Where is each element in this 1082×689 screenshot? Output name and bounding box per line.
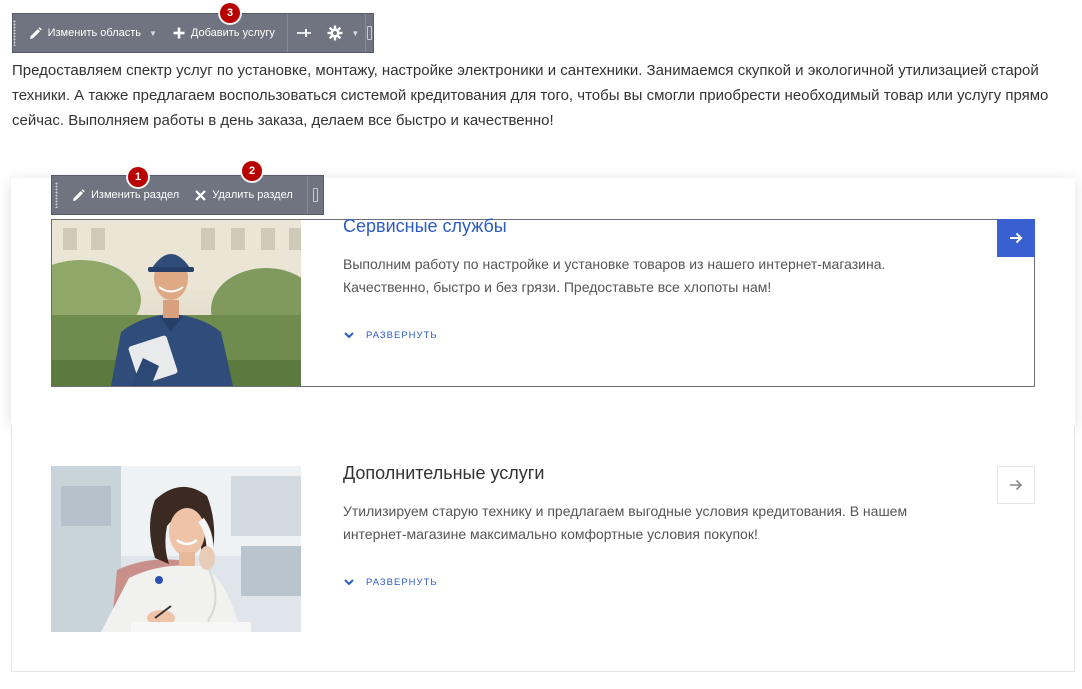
service-image-operator bbox=[51, 466, 301, 632]
plus-icon bbox=[173, 27, 185, 39]
section-edit-toolbar: Изменить раздел Удалить раздел bbox=[51, 175, 324, 215]
pencil-icon bbox=[72, 188, 85, 202]
intro-text: Предоставляем спектр услуг по установке,… bbox=[12, 62, 1049, 129]
delete-section-button[interactable]: Удалить раздел bbox=[187, 176, 301, 214]
close-icon bbox=[195, 189, 206, 201]
section-highlight-frame bbox=[51, 219, 1035, 387]
service-title[interactable]: Дополнительные услуги bbox=[343, 463, 544, 484]
toolbar-resize-handle[interactable] bbox=[365, 14, 373, 52]
service-open-button[interactable] bbox=[997, 219, 1035, 257]
chevron-down-icon bbox=[344, 332, 354, 339]
expand-link[interactable]: РАЗВЕРНУТЬ bbox=[344, 330, 438, 341]
pin-button[interactable] bbox=[287, 14, 321, 52]
edit-area-button[interactable]: Изменить область ▼ bbox=[17, 14, 165, 52]
arrow-right-icon bbox=[1009, 232, 1023, 244]
chevron-down-icon: ▼ bbox=[351, 28, 360, 38]
step-badge-3: 3 bbox=[220, 3, 240, 23]
arrow-right-icon bbox=[1009, 479, 1023, 491]
pin-icon bbox=[297, 27, 312, 39]
delete-section-label: Удалить раздел bbox=[212, 189, 293, 201]
area-edit-toolbar: Изменить область ▼ Добавить услугу ▼ bbox=[12, 13, 374, 53]
service-open-button[interactable] bbox=[997, 466, 1035, 504]
step-badge-2: 2 bbox=[242, 161, 262, 181]
edit-area-label: Изменить область bbox=[47, 27, 141, 39]
gear-icon bbox=[327, 25, 343, 41]
toolbar-resize-handle[interactable] bbox=[307, 176, 323, 214]
step-badge-1: 1 bbox=[128, 167, 148, 187]
pencil-icon bbox=[29, 26, 42, 40]
edit-section-label: Изменить раздел bbox=[91, 189, 180, 201]
chevron-down-icon bbox=[344, 579, 354, 586]
service-title[interactable]: Сервисные службы bbox=[343, 216, 507, 237]
toolbar-drag-handle[interactable] bbox=[52, 176, 60, 214]
settings-button[interactable]: ▼ bbox=[321, 14, 365, 52]
expand-label: РАЗВЕРНУТЬ bbox=[366, 330, 438, 341]
edit-section-button[interactable]: Изменить раздел bbox=[60, 176, 187, 214]
service-description: Утилизируем старую технику и предлагаем … bbox=[343, 503, 908, 542]
expand-link[interactable]: РАЗВЕРНУТЬ bbox=[344, 577, 438, 588]
add-service-label: Добавить услугу bbox=[190, 27, 275, 39]
chevron-down-icon: ▼ bbox=[149, 28, 157, 38]
service-description: Выполним работу по настройке и установке… bbox=[343, 256, 886, 295]
expand-label: РАЗВЕРНУТЬ bbox=[366, 577, 438, 588]
